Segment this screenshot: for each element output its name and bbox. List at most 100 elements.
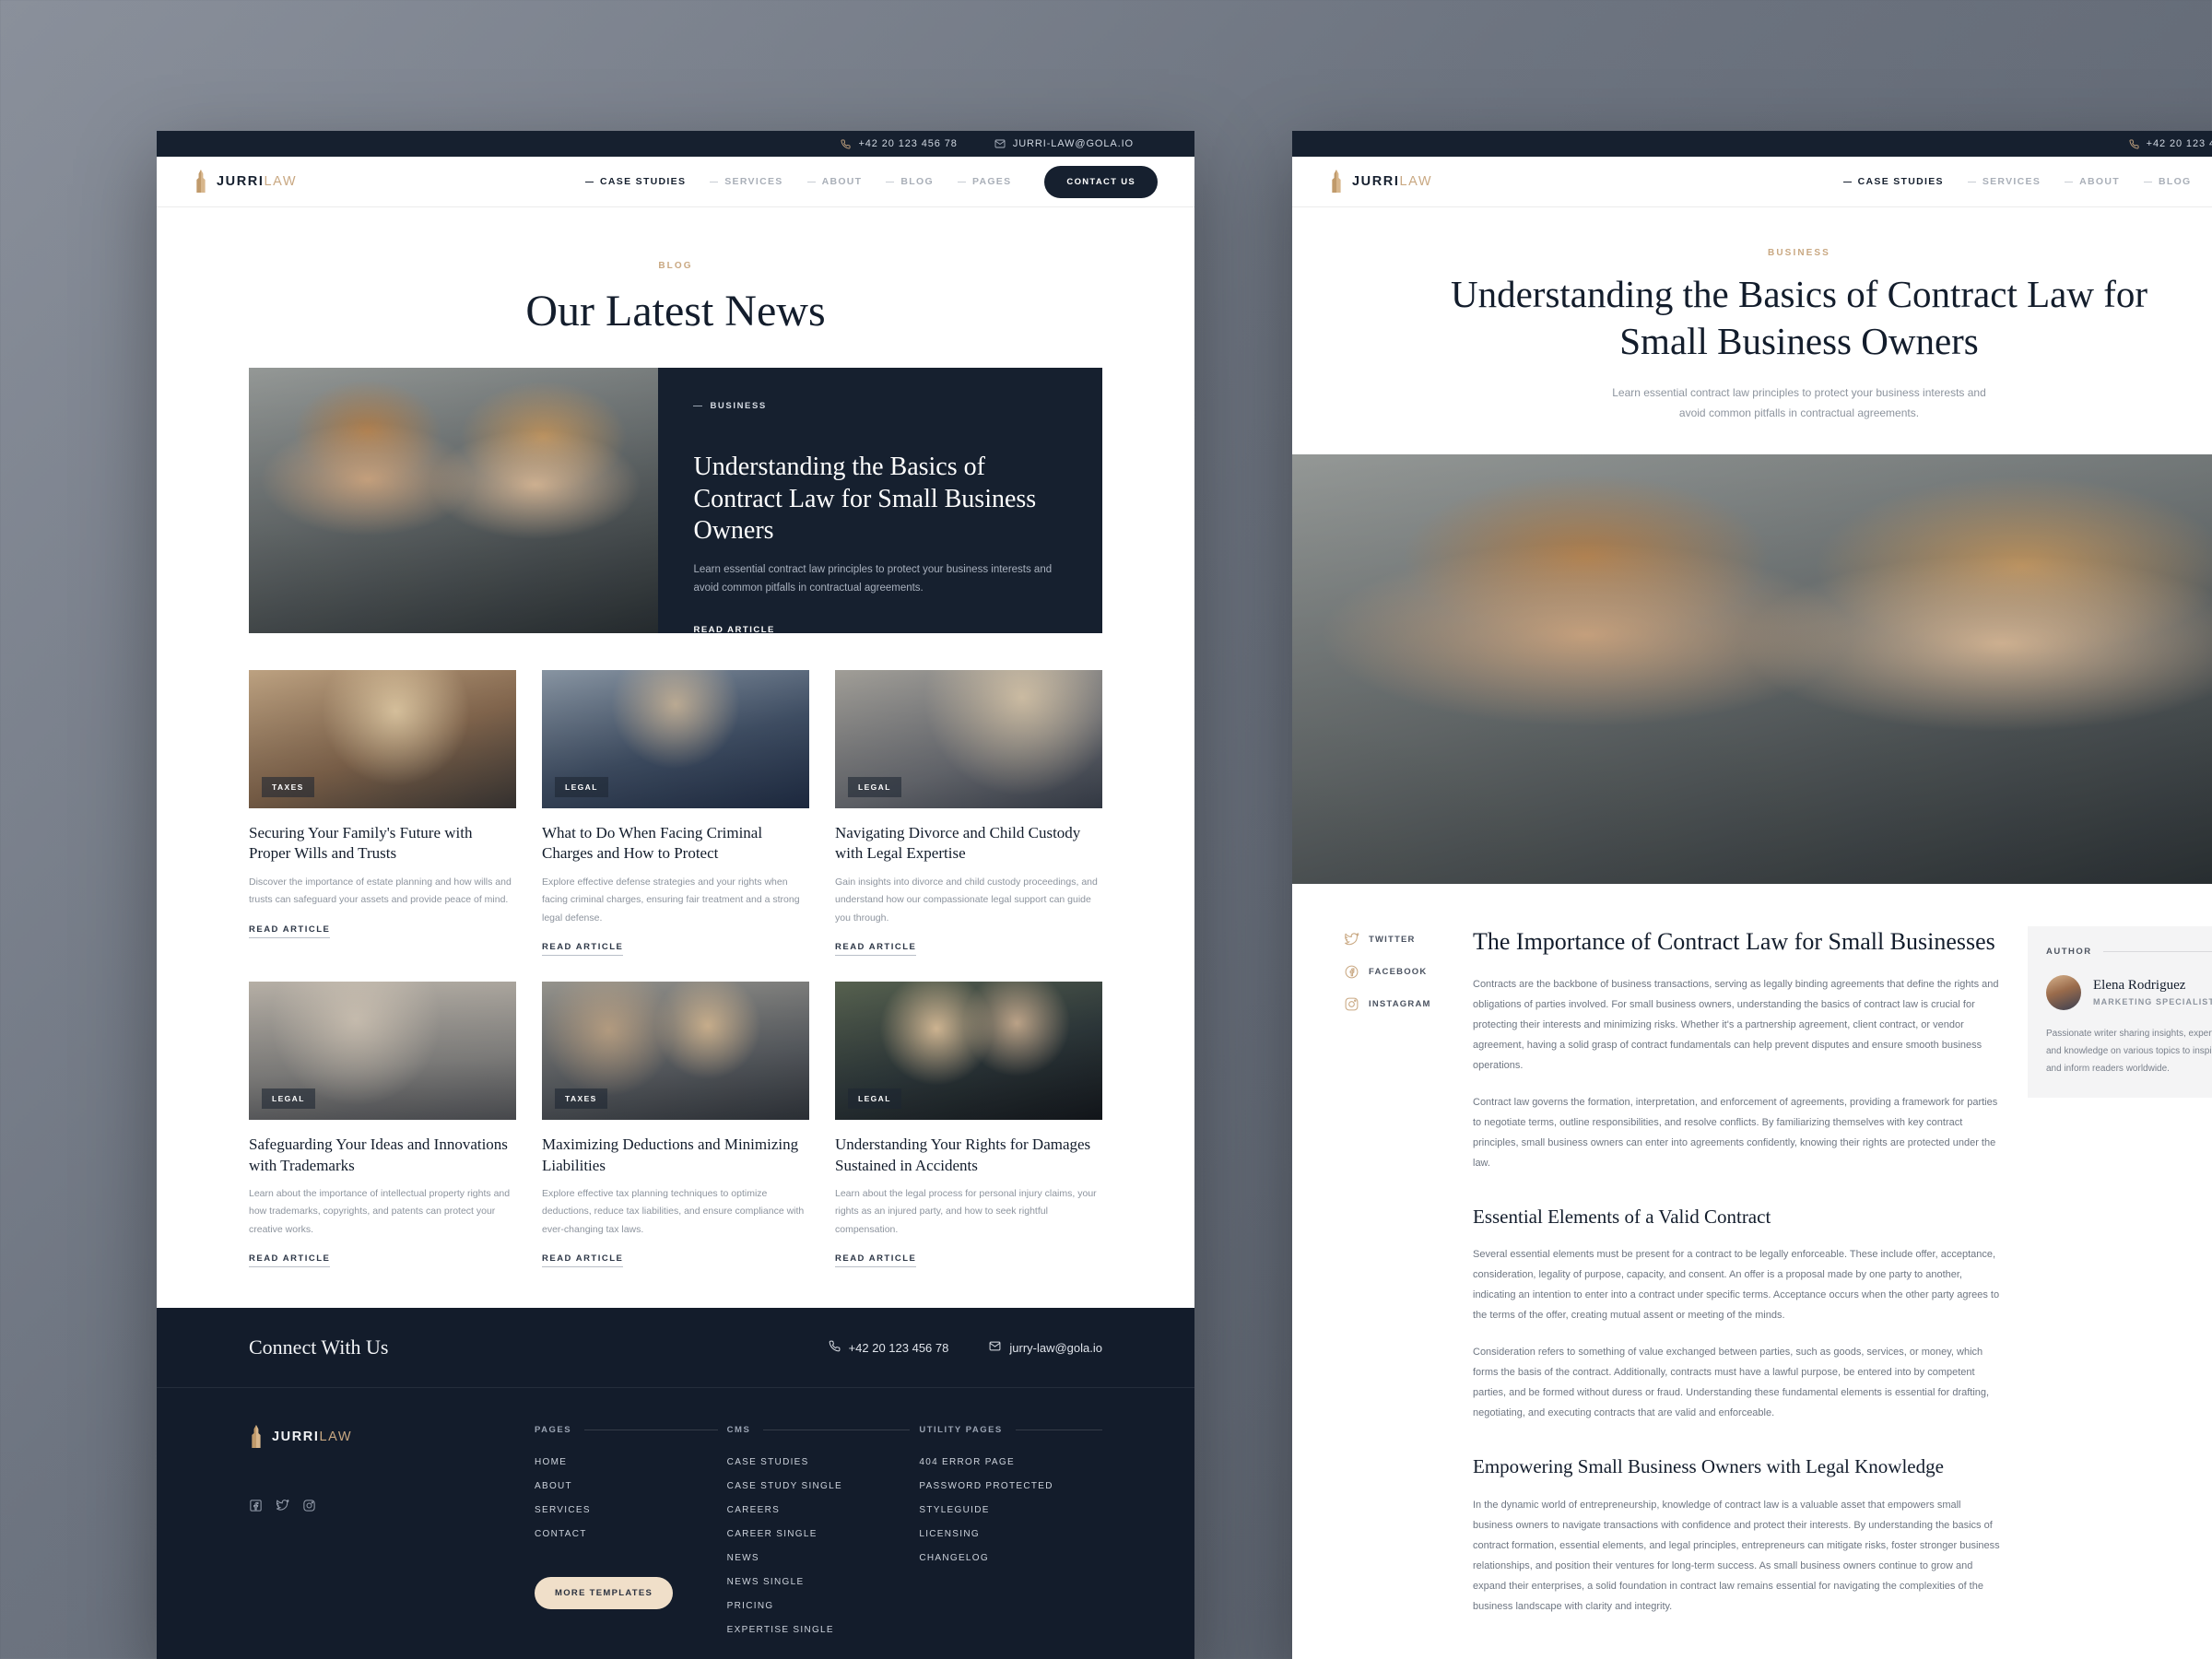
section-paragraph: Contract law governs the formation, inte… <box>1473 1096 1998 1169</box>
footer-link-home[interactable]: HOME <box>535 1457 718 1467</box>
article-card[interactable]: LEGAL Safeguarding Your Ideas and Innova… <box>249 982 516 1268</box>
nav-item-about[interactable]: ABOUT <box>2065 176 2120 187</box>
nav-label: BLOG <box>900 176 934 187</box>
footer-link-404[interactable]: 404 ERROR PAGE <box>919 1457 1102 1467</box>
brand-logo[interactable]: JURRILAW <box>1329 170 1432 194</box>
section-heading: Essential Elements of a Valid Contract <box>1473 1205 1771 1228</box>
footer-email[interactable]: jurry-law@gola.io <box>989 1340 1102 1355</box>
footer-link-pricing[interactable]: PRICING <box>727 1601 911 1611</box>
share-twitter[interactable]: TWITTER <box>1344 932 1447 947</box>
utility-top-bar: +42 20 123 456 78 <box>1292 131 2212 157</box>
featured-read-article-link[interactable]: READ ARTICLE <box>693 625 774 633</box>
footer-link-news-single[interactable]: NEWS SINGLE <box>727 1577 911 1587</box>
nav-item-pages[interactable]: PAGES <box>957 176 1011 187</box>
card-read-article-link[interactable]: READ ARTICLE <box>542 1253 624 1268</box>
card-read-article-link[interactable]: READ ARTICLE <box>835 942 917 957</box>
article-hero-image <box>1292 453 2212 884</box>
footer-link-styleguide[interactable]: STYLEGUIDE <box>919 1505 1102 1515</box>
footer-brand-logo[interactable]: JURRILAW <box>249 1425 525 1449</box>
avatar <box>2046 974 2081 1010</box>
footer-link-case-studies[interactable]: CASE STUDIES <box>727 1457 911 1467</box>
tower-logo-icon <box>194 170 208 194</box>
share-instagram[interactable]: INSTAGRAM <box>1344 996 1447 1012</box>
blog-page-heading: BLOG Our Latest News <box>157 207 1194 368</box>
article-card[interactable]: LEGAL Understanding Your Rights for Dama… <box>835 982 1102 1268</box>
footer-link-career-single[interactable]: CAREER SINGLE <box>727 1529 911 1539</box>
topbar-phone[interactable]: +42 20 123 456 78 <box>2129 138 2212 149</box>
share-instagram-label: INSTAGRAM <box>1369 998 1431 1009</box>
topbar-email[interactable]: JURRI-LAW@GOLA.IO <box>994 138 1134 149</box>
article-subtitle: Learn essential contract law principles … <box>1612 385 1986 419</box>
topbar-phone-label: +42 20 123 456 78 <box>858 138 958 149</box>
card-read-article-link[interactable]: READ ARTICLE <box>249 1253 331 1268</box>
card-image: LEGAL <box>542 670 809 808</box>
featured-article-card[interactable]: BUSINESS Understanding the Basics of Con… <box>249 368 1102 633</box>
more-templates-button[interactable]: MORE TEMPLATES <box>535 1577 674 1610</box>
featured-category-label: BUSINESS <box>710 401 767 411</box>
footer-link-contact[interactable]: CONTACT <box>535 1529 718 1539</box>
footer-phone[interactable]: +42 20 123 456 78 <box>829 1340 948 1355</box>
footer-link-licensing[interactable]: LICENSING <box>919 1529 1102 1539</box>
contact-us-button[interactable]: CONTACT US <box>1044 165 1158 198</box>
share-facebook[interactable]: FACEBOOK <box>1344 964 1447 980</box>
nav-item-services[interactable]: SERVICES <box>710 176 782 187</box>
card-title: Understanding Your Rights for Damages Su… <box>835 1135 1091 1174</box>
card-badge: TAXES <box>555 1088 607 1110</box>
site-footer: Connect With Us +42 20 123 456 78 jurry-… <box>157 1308 1194 1659</box>
twitter-icon[interactable] <box>276 1499 289 1517</box>
footer-column-heading: PAGES <box>535 1425 718 1435</box>
footer-column-pages: PAGES HOME ABOUT SERVICES CONTACT MORE T… <box>535 1425 718 1649</box>
card-title: Securing Your Family's Future with Prope… <box>249 824 473 863</box>
footer-link-expertise-single[interactable]: EXPERTISE SINGLE <box>727 1625 911 1635</box>
page-title: Our Latest News <box>525 287 826 335</box>
blog-listing-page: +42 20 123 456 78 JURRI-LAW@GOLA.IO JURR… <box>157 131 1194 1659</box>
footer-link-case-study-single[interactable]: CASE STUDY SINGLE <box>727 1481 911 1491</box>
main-nav: CASE STUDIES SERVICES ABOUT BLOG PAGES C… <box>585 165 1158 198</box>
footer-column-utility: UTILITY PAGES 404 ERROR PAGE PASSWORD PR… <box>919 1425 1103 1649</box>
nav-item-about[interactable]: ABOUT <box>806 176 863 187</box>
nav-item-blog[interactable]: BLOG <box>2143 176 2192 187</box>
card-title: Maximizing Deductions and Minimizing Lia… <box>542 1135 799 1174</box>
author-card: AUTHOR Elena Rodriguez MARKETING SPECIAL… <box>2028 925 2212 1098</box>
card-excerpt: Gain insights into divorce and child cus… <box>835 876 1098 924</box>
card-excerpt: Learn about the legal process for person… <box>835 1188 1097 1235</box>
footer-link-changelog[interactable]: CHANGELOG <box>919 1553 1102 1563</box>
section-heading: The Importance of Contract Law for Small… <box>1473 927 1995 955</box>
tower-logo-icon <box>249 1425 264 1449</box>
facebook-icon[interactable] <box>249 1499 263 1517</box>
nav-item-case-studies[interactable]: CASE STUDIES <box>1842 176 1944 187</box>
article-header: BUSINESS Understanding the Basics of Con… <box>1292 207 2212 454</box>
card-read-article-link[interactable]: READ ARTICLE <box>542 942 624 957</box>
footer-link-careers[interactable]: CAREERS <box>727 1505 911 1515</box>
topbar-email-label: JURRI-LAW@GOLA.IO <box>1012 138 1134 149</box>
share-twitter-label: TWITTER <box>1369 934 1416 945</box>
topbar-phone[interactable]: +42 20 123 456 78 <box>841 138 957 149</box>
instagram-icon[interactable] <box>302 1499 316 1517</box>
article-body: TWITTER FACEBOOK INSTAGRAM The Importanc… <box>1292 884 2212 1633</box>
featured-image <box>249 368 659 633</box>
brand-logo[interactable]: JURRILAW <box>194 170 297 194</box>
site-header: JURRILAW CASE STUDIES SERVICES ABOUT BLO… <box>1292 157 2212 207</box>
footer-brand-name: JURRILAW <box>272 1430 353 1445</box>
card-title: What to Do When Facing Criminal Charges … <box>542 824 763 863</box>
mail-icon <box>994 138 1006 149</box>
footer-link-list: CASE STUDIES CASE STUDY SINGLE CAREERS C… <box>727 1457 911 1635</box>
facebook-icon <box>1344 964 1359 980</box>
article-card[interactable]: TAXES Maximizing Deductions and Minimizi… <box>542 982 809 1268</box>
footer-link-about[interactable]: ABOUT <box>535 1481 718 1491</box>
footer-email-label: jurry-law@gola.io <box>1009 1340 1102 1355</box>
article-card[interactable]: TAXES Securing Your Family's Future with… <box>249 670 516 956</box>
article-detail-page: +42 20 123 456 78 JURRILAW CASE STUDIES … <box>1292 131 2212 1659</box>
footer-heading: Connect With Us <box>249 1335 389 1359</box>
nav-item-case-studies[interactable]: CASE STUDIES <box>585 176 686 187</box>
card-read-article-link[interactable]: READ ARTICLE <box>249 924 331 938</box>
footer-link-news[interactable]: NEWS <box>727 1553 911 1563</box>
footer-link-password-protected[interactable]: PASSWORD PROTECTED <box>919 1481 1102 1491</box>
article-card[interactable]: LEGAL Navigating Divorce and Child Custo… <box>835 670 1102 957</box>
main-nav: CASE STUDIES SERVICES ABOUT BLOG PAGES <box>1842 176 2212 187</box>
nav-item-blog[interactable]: BLOG <box>886 176 934 187</box>
article-card[interactable]: LEGAL What to Do When Facing Criminal Ch… <box>542 670 809 957</box>
card-read-article-link[interactable]: READ ARTICLE <box>835 1253 917 1268</box>
nav-item-services[interactable]: SERVICES <box>1967 176 2041 187</box>
footer-link-services[interactable]: SERVICES <box>535 1505 718 1515</box>
